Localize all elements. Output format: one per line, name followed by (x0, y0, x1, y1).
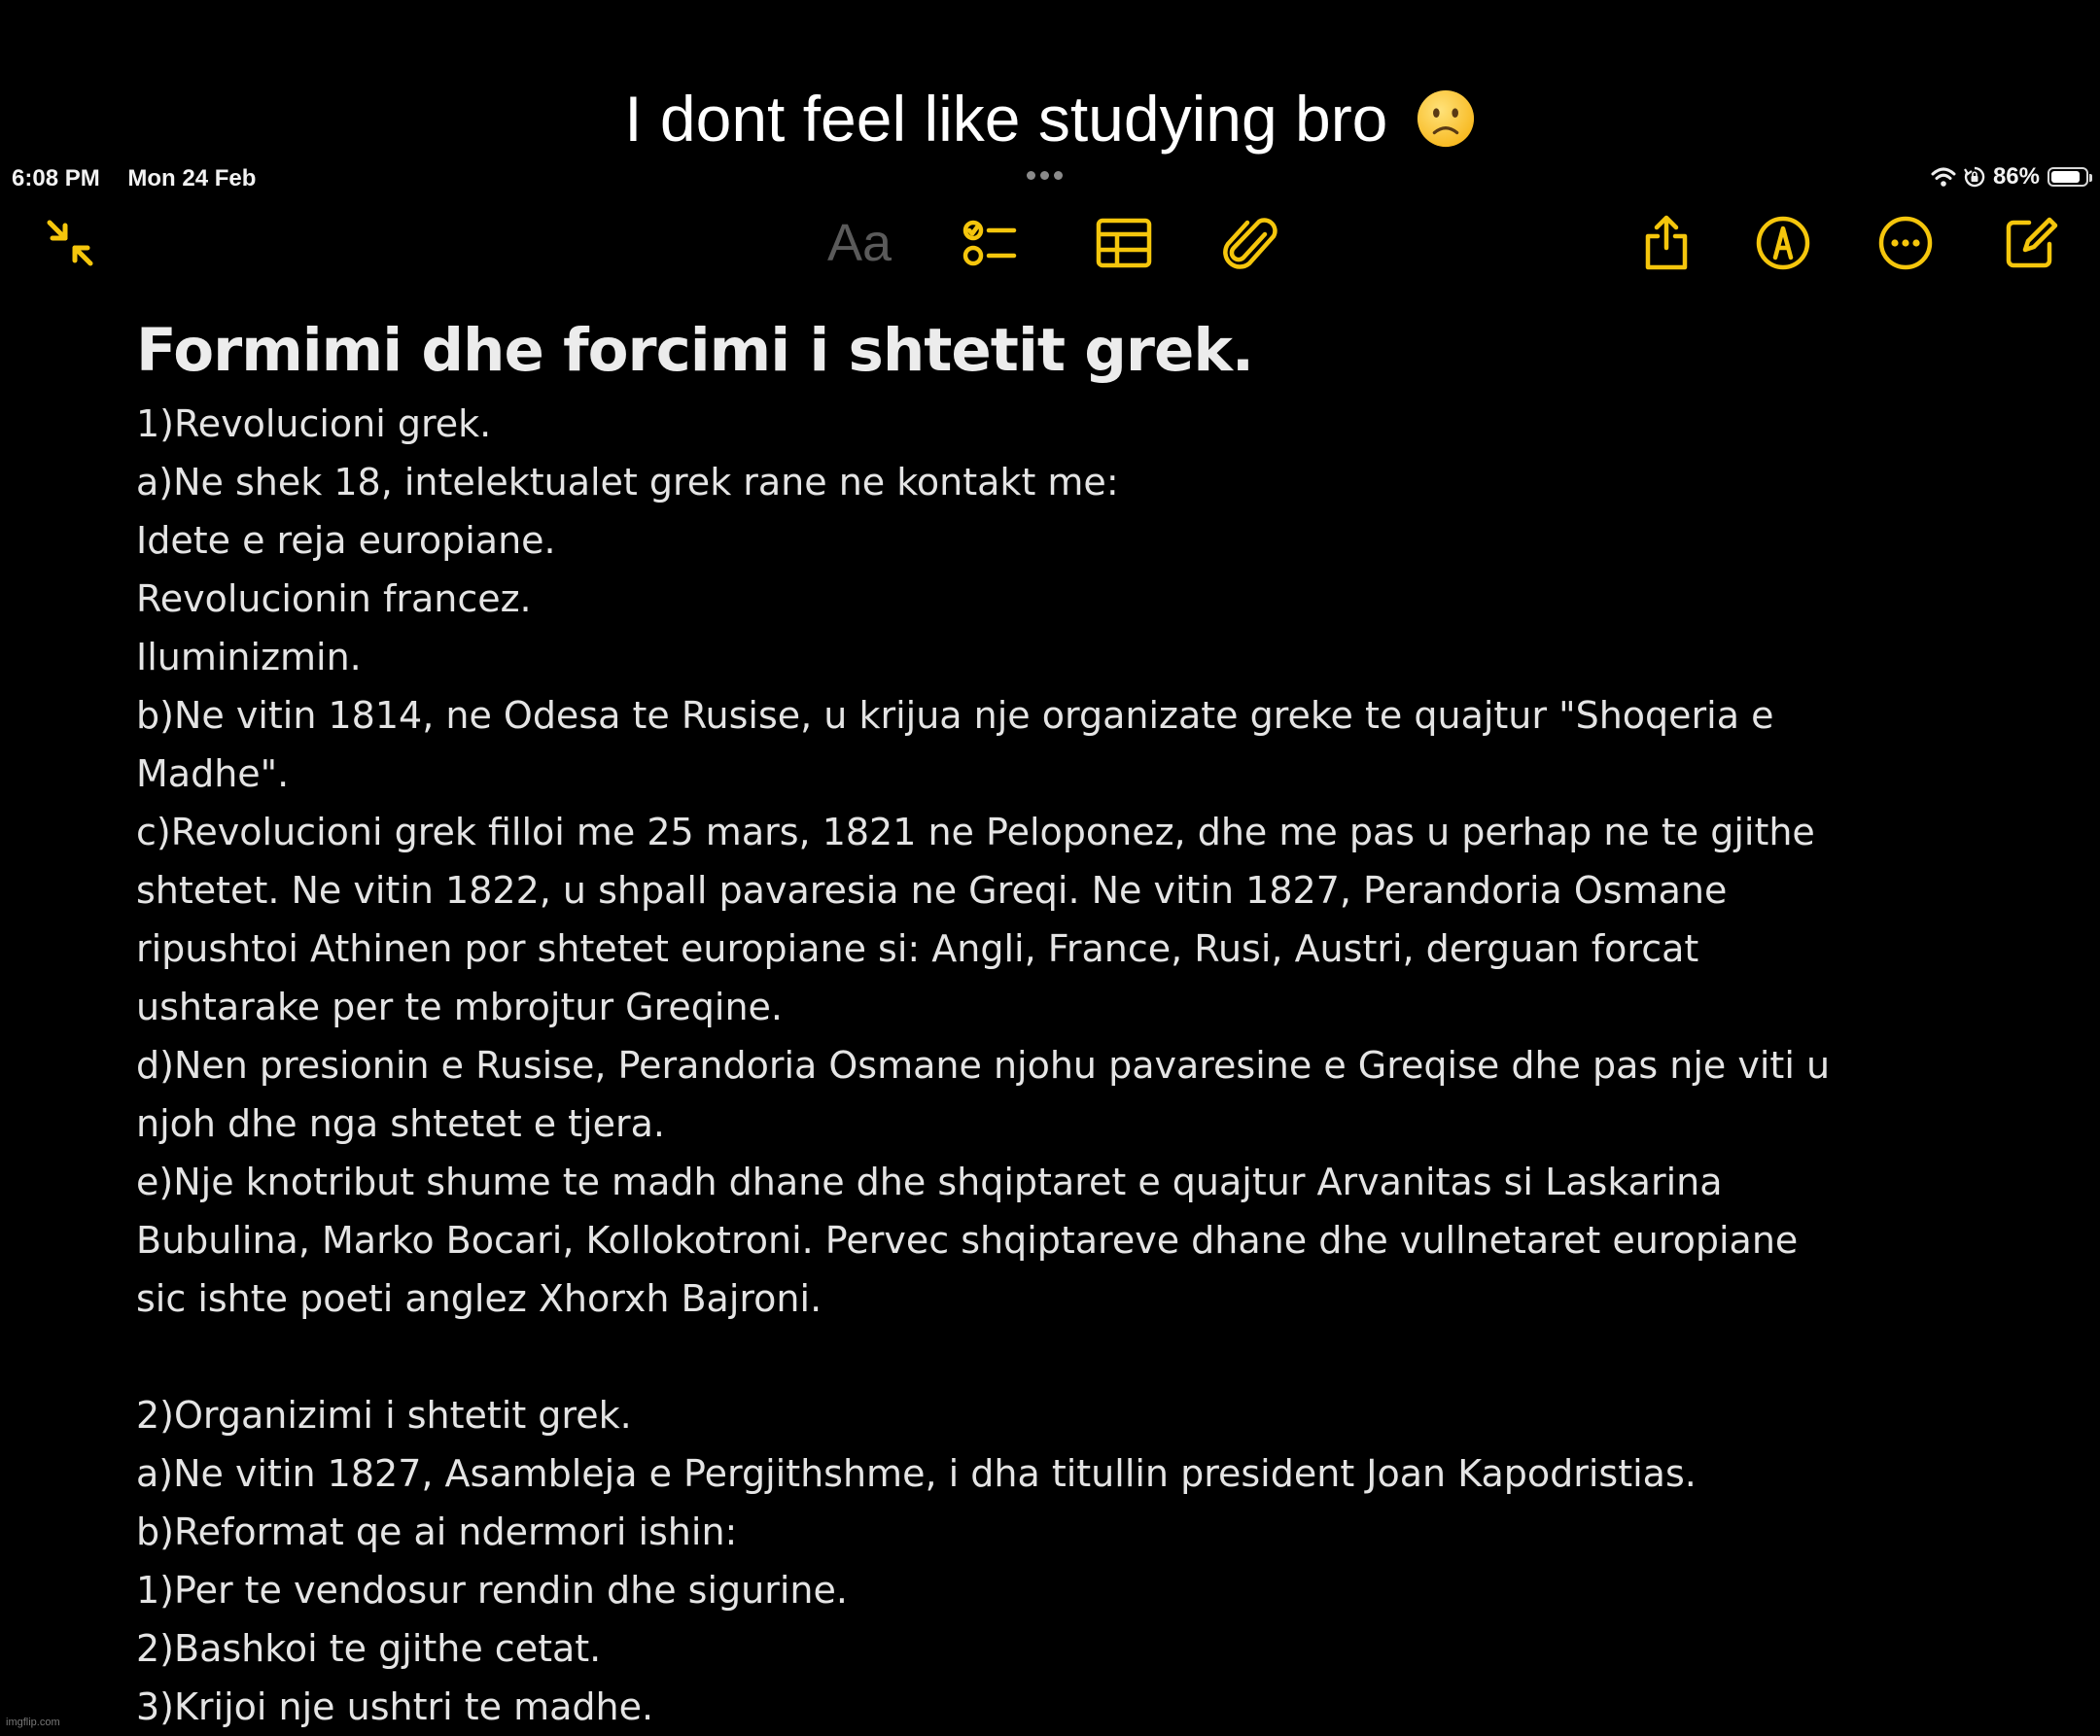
attachment-icon (1223, 218, 1278, 269)
watermark: imgflip.com (6, 1717, 60, 1728)
status-date: Mon 24 Feb (127, 165, 257, 191)
handle-dot (1040, 171, 1049, 180)
status-time: 6:08 PM (12, 165, 100, 191)
note-line[interactable]: e)Nje knotribut shume te madh dhane dhe … (136, 1153, 1886, 1211)
multitasking-handle[interactable] (1027, 171, 1063, 180)
battery-percent: 86% (1992, 163, 2040, 190)
more-icon (1878, 216, 1933, 270)
collapse-button[interactable] (39, 212, 101, 274)
note-line[interactable]: 2)Organizimi i shtetit grek. (136, 1386, 1886, 1444)
note-line[interactable]: 2)Bashkoi te gjithe cetat. (136, 1619, 1886, 1678)
notes-toolbar: Aa (0, 204, 2100, 282)
frowning-face-icon (1417, 89, 1474, 148)
collapse-icon (47, 220, 93, 266)
note-content[interactable]: Formimi dhe forcimi i shtetit grek. 1)Re… (136, 309, 1886, 1736)
markup-button[interactable] (1752, 212, 1814, 274)
share-icon (1645, 215, 1688, 270)
caption-text: I dont feel like studying bro (624, 83, 1388, 155)
checklist-button[interactable] (959, 212, 1021, 274)
note-line[interactable]: njoh dhe nga shtetet e tjera. (136, 1094, 1886, 1153)
battery-level (2051, 171, 2081, 183)
meme-caption: I dont feel like studying bro (0, 80, 2100, 157)
markup-icon (1756, 216, 1810, 270)
note-body[interactable]: 1)Revolucioni grek. a)Ne shek 18, intelek… (136, 395, 1886, 1736)
note-line[interactable]: shtetet. Ne vitin 1822, u shpall pavares… (136, 861, 1886, 920)
battery-icon (2048, 167, 2092, 187)
note-line[interactable]: b)Reformat qe ai ndermori ishin: (136, 1503, 1886, 1561)
note-line[interactable]: a)Ne shek 18, intelektualet grek rane ne… (136, 453, 1886, 511)
note-line[interactable]: Bubulina, Marko Bocari, Kollokotroni. Pe… (136, 1211, 1886, 1269)
note-line[interactable]: 1)Per te vendosur rendin dhe sigurine. (136, 1561, 1886, 1619)
table-button[interactable] (1093, 212, 1155, 274)
status-right: 86% (1931, 163, 2092, 191)
note-line[interactable]: Iluminizmin. (136, 628, 1886, 686)
attachment-button[interactable] (1219, 212, 1281, 274)
handle-dot (1027, 171, 1035, 180)
note-line[interactable]: b)Ne vitin 1814, ne Odesa te Rusise, u k… (136, 686, 1886, 745)
note-line[interactable]: ripushtoi Athinen por shtetet europiane … (136, 920, 1886, 978)
table-icon (1096, 218, 1152, 268)
note-line[interactable]: c)Revolucioni grek filloi me 25 mars, 18… (136, 803, 1886, 861)
note-line[interactable]: ushtarake per te mbrojtur Greqine. (136, 978, 1886, 1036)
note-line[interactable]: sic ishte poeti anglez Xhorxh Bajroni. (136, 1269, 1886, 1328)
more-button[interactable] (1874, 212, 1937, 274)
wifi-icon (1931, 167, 1956, 187)
note-line[interactable]: a)Ne vitin 1827, Asambleja e Pergjithshm… (136, 1444, 1886, 1503)
note-line[interactable] (136, 1328, 1886, 1386)
note-line[interactable]: Idete e reja europiane. (136, 511, 1886, 570)
note-title[interactable]: Formimi dhe forcimi i shtetit grek. (136, 309, 1886, 393)
note-line[interactable]: 1)Revolucioni grek. (136, 395, 1886, 453)
note-line[interactable]: 3)Krijoi nje ushtri te madhe. (136, 1678, 1886, 1736)
compose-button[interactable] (1999, 212, 2061, 274)
format-button[interactable]: Aa (813, 212, 906, 274)
note-line[interactable]: Madhe". (136, 745, 1886, 803)
format-label: Aa (826, 214, 892, 272)
handle-dot (1054, 171, 1063, 180)
orientation-lock-icon (1964, 166, 1985, 188)
status-bar: 6:08 PM Mon 24 Feb 86% (0, 161, 2100, 200)
status-left: 6:08 PM Mon 24 Feb (12, 165, 256, 192)
share-button[interactable] (1635, 212, 1698, 274)
compose-icon (2006, 217, 2058, 268)
note-line[interactable]: d)Nen presionin e Rusise, Perandoria Osm… (136, 1036, 1886, 1094)
checklist-icon (962, 220, 1017, 266)
note-line[interactable]: Revolucionin francez. (136, 570, 1886, 628)
